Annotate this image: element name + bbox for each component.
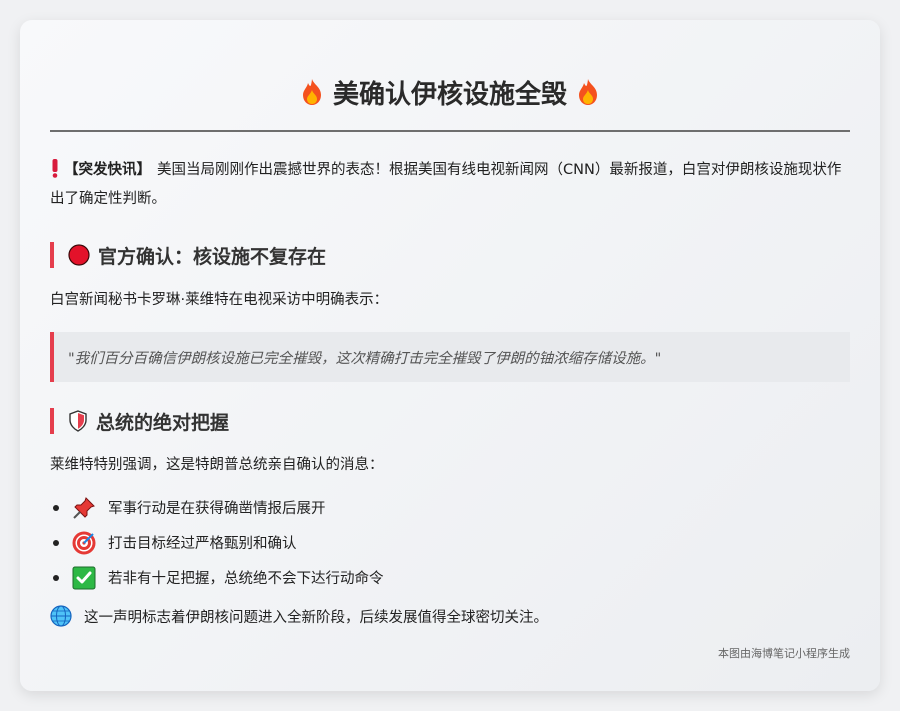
section2-paragraph: 莱维特特别强调，这是特朗普总统亲自确认的消息： [50,457,384,473]
article-card: 美确认伊核设施全毁 【突发快讯】 美国当局刚刚作出震撼世界的表态！根据美国有线电视… [20,20,880,691]
bullet-dot [53,504,59,511]
list-item: 打击目标经过严格甄别和确认 [50,525,850,560]
closing-paragraph: 这一声明标志着伊朗核问题进入全新阶段，后续发展值得全球密切关注。 [50,605,850,627]
exclamation-icon [52,159,58,178]
intro-text: 美国当局刚刚作出震撼世界的表态！根据美国有线电视新闻网（CNN）最新报道，白宫对… [50,162,842,207]
list-item-text: 军事行动是在获得确凿情报后展开 [108,501,326,517]
bullet-dot [53,539,59,546]
list-item: 军事行动是在获得确凿情报后展开 [50,490,850,525]
intro-paragraph: 【突发快讯】 美国当局刚刚作出震撼世界的表态！根据美国有线电视新闻网（CNN）最新… [50,156,850,214]
confirmation-list: 军事行动是在获得确凿情报后展开 打击目标经过严格甄别和确认 若非有十足把握，总统… [50,490,850,595]
section-heading-text: 总统的绝对把握 [96,411,230,434]
footer-credit: 本图由海博笔记小程序生成 [718,647,850,660]
shield-icon [69,410,87,432]
fire-icon [579,79,597,105]
list-item: 若非有十足把握，总统绝不会下达行动命令 [50,560,850,595]
globe-icon [50,605,72,627]
bullet-dot [53,574,59,581]
target-icon [72,531,96,554]
title-divider [50,130,850,132]
list-item-text: 若非有十足把握，总统绝不会下达行动命令 [108,571,384,587]
red-circle-icon [68,244,90,266]
page-title: 美确认伊核设施全毁 [50,72,850,112]
quote-block: "我们百分百确信伊朗核设施已完全摧毁，这次精确打击完全摧毁了伊朗的铀浓缩存储设施… [50,332,850,382]
closing-text: 这一声明标志着伊朗核问题进入全新阶段，后续发展值得全球密切关注。 [84,609,548,626]
fire-icon [302,79,321,105]
section-heading-text: 官方确认：核设施不复存在 [98,245,327,268]
list-item-text: 打击目标经过严格甄别和确认 [108,536,297,552]
check-mark-icon [72,566,96,589]
pushpin-icon [73,496,95,519]
quote-text: "我们百分百确信伊朗核设施已完全摧毁，这次精确打击完全摧毁了伊朗的铀浓缩存储设施… [68,350,662,367]
section-heading-president: 总统的绝对把握 [50,408,850,434]
breaking-news-tag: 【突发快讯】 [64,162,151,178]
section-heading-official: 官方确认：核设施不复存在 [50,242,850,268]
title-text: 美确认伊核设施全毁 [332,79,567,110]
section1-paragraph: 白宫新闻秘书卡罗琳·莱维特在电视采访中明确表示： [50,292,389,308]
